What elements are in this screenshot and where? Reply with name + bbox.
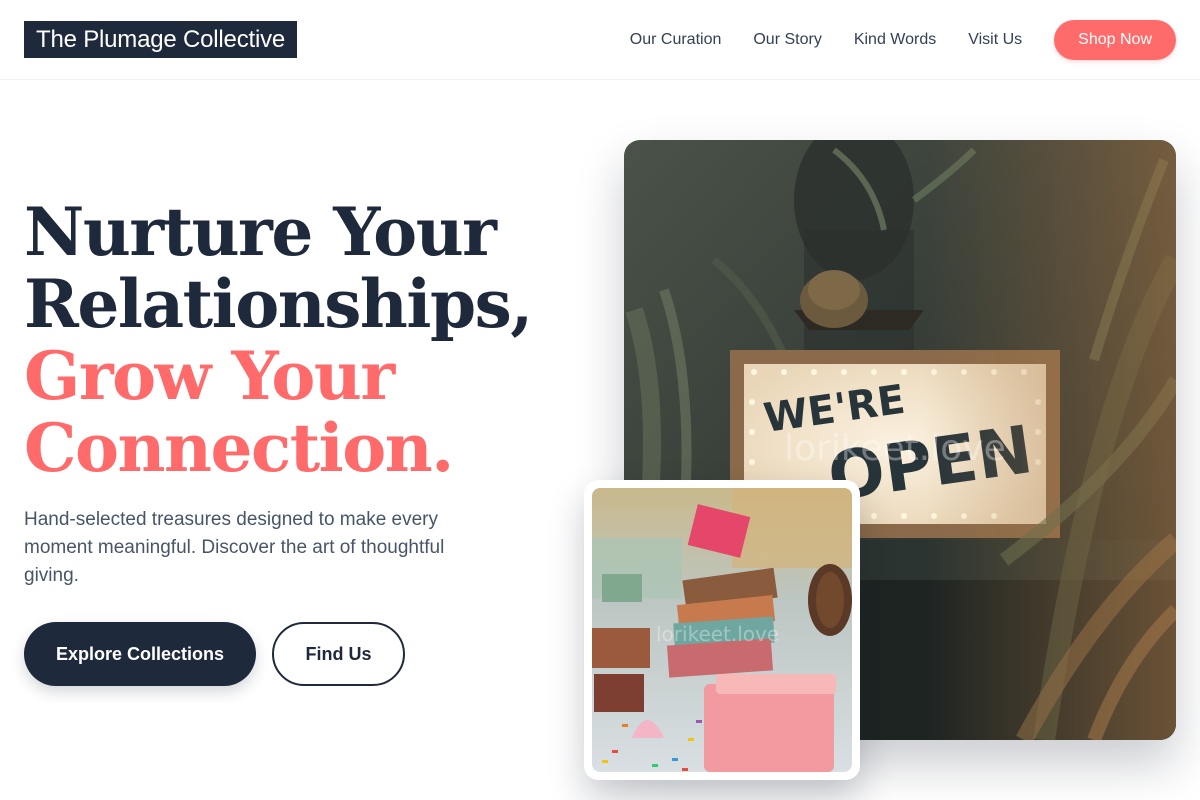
headline-line-1: Nurture Your bbox=[24, 193, 497, 271]
headline-line-2: Relationships, bbox=[24, 265, 533, 343]
nav-link-visit-us[interactable]: Visit Us bbox=[968, 31, 1022, 49]
hero-subtitle: Hand-selected treasures designed to make… bbox=[24, 509, 445, 586]
shop-now-button[interactable]: Shop Now bbox=[1054, 20, 1176, 60]
soap-photo-card: lorikeet.love bbox=[584, 480, 860, 780]
soap-illustration bbox=[592, 488, 852, 772]
main-nav: Our Curation Our Story Kind Words Visit … bbox=[630, 20, 1176, 60]
site-header: The Plumage Collective Our Curation Our … bbox=[0, 0, 1200, 80]
nav-link-our-curation[interactable]: Our Curation bbox=[630, 31, 722, 49]
explore-collections-button[interactable]: Explore Collections bbox=[24, 622, 256, 686]
headline-line-3: Grow Your bbox=[24, 337, 395, 415]
hero-headline: Nurture Your Relationships, Grow Your Co… bbox=[24, 196, 584, 484]
find-us-button[interactable]: Find Us bbox=[272, 622, 405, 686]
nav-link-our-story[interactable]: Our Story bbox=[753, 31, 821, 49]
soap-photo: lorikeet.love bbox=[592, 488, 852, 772]
headline-line-4: Connection. bbox=[24, 409, 454, 487]
nav-link-kind-words[interactable]: Kind Words bbox=[854, 31, 936, 49]
brand-logo[interactable]: The Plumage Collective bbox=[24, 21, 298, 58]
